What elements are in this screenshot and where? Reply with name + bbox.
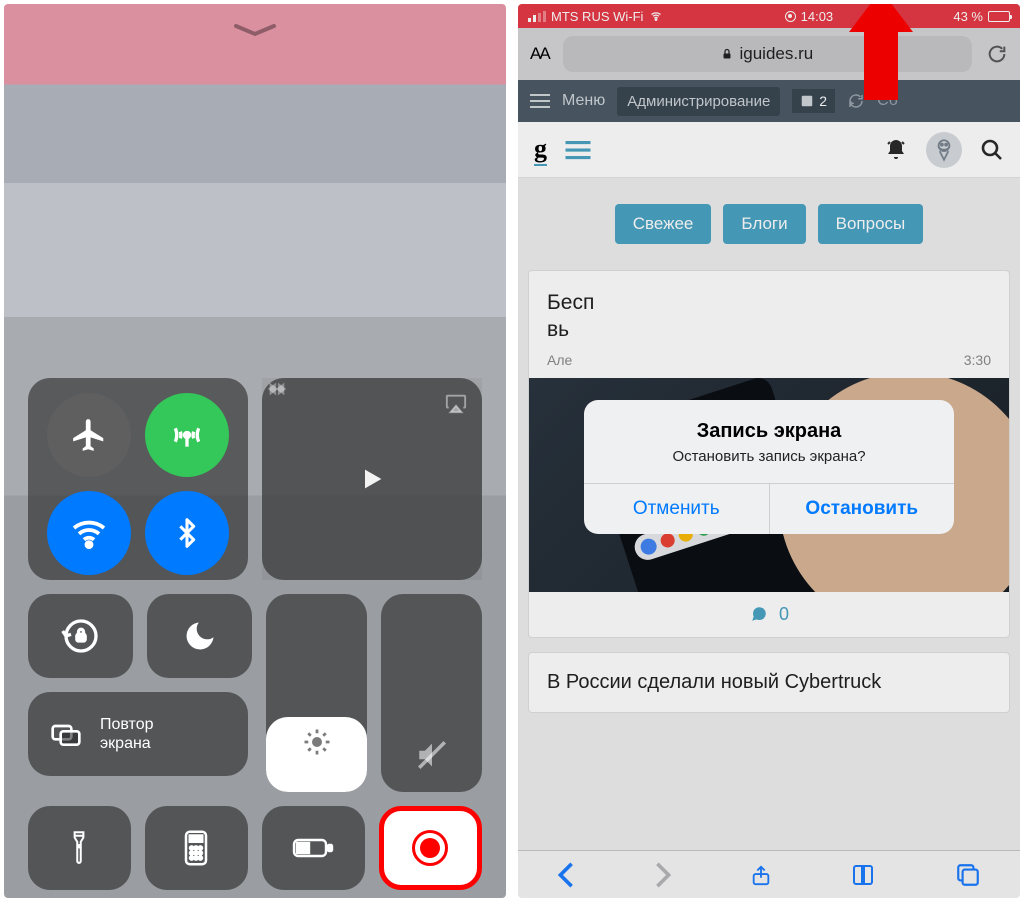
- wifi-toggle[interactable]: [47, 491, 131, 575]
- media-controls[interactable]: [262, 378, 482, 580]
- airplane-mode-toggle[interactable]: [47, 393, 131, 477]
- record-icon: [412, 830, 448, 866]
- brightness-slider[interactable]: [266, 594, 367, 792]
- forward-icon[interactable]: [262, 378, 482, 580]
- screen-mirroring-button[interactable]: Повтор экрана: [28, 692, 248, 776]
- alert-title: Запись экрана: [600, 420, 938, 443]
- alert-stop-button[interactable]: Остановить: [769, 484, 955, 534]
- screen-record-button[interactable]: [379, 806, 482, 890]
- screen-mirror-icon: [46, 718, 86, 750]
- low-power-mode-button[interactable]: [262, 806, 365, 890]
- phone-control-center: Повтор экрана: [4, 4, 506, 898]
- mute-icon: [381, 738, 482, 772]
- cellular-data-toggle[interactable]: [145, 393, 229, 477]
- calculator-button[interactable]: [145, 806, 248, 890]
- connectivity-group[interactable]: [28, 378, 248, 580]
- do-not-disturb-toggle[interactable]: [147, 594, 252, 678]
- volume-slider[interactable]: [381, 594, 482, 792]
- brightness-icon: [302, 727, 332, 757]
- rotation-lock-toggle[interactable]: [28, 594, 133, 678]
- alert-cancel-button[interactable]: Отменить: [584, 484, 769, 534]
- recording-alert: Запись экрана Остановить запись экрана? …: [584, 400, 954, 534]
- flashlight-button[interactable]: [28, 806, 131, 890]
- bluetooth-toggle[interactable]: [145, 491, 229, 575]
- screen-mirror-label: Повтор экрана: [100, 715, 154, 753]
- chevron-down-icon[interactable]: [232, 22, 278, 38]
- phone-safari: MTS RUS Wi-Fi 14:03 43 % AA iguides.ru М…: [518, 4, 1020, 898]
- alert-message: Остановить запись экрана?: [600, 448, 938, 465]
